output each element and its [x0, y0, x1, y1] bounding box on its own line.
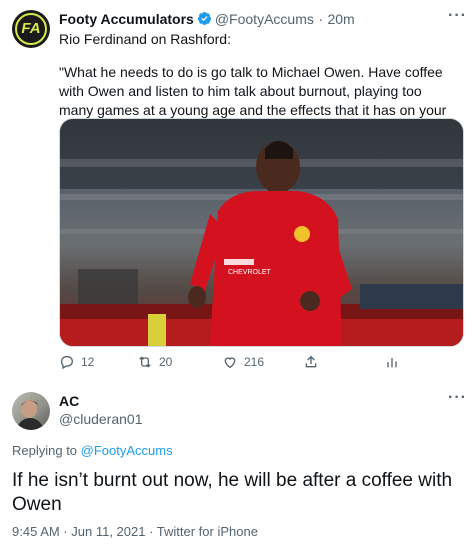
retweet-button[interactable]: 20	[137, 354, 172, 370]
header-separator: ·	[318, 11, 323, 27]
replying-to: Replying to @FootyAccums	[12, 443, 173, 458]
tweet-time[interactable]: 20m	[327, 11, 354, 27]
analytics-button[interactable]	[384, 354, 400, 370]
more-icon[interactable]: ···	[448, 7, 467, 25]
author-name[interactable]: Footy Accumulators	[59, 11, 194, 27]
reply-more-icon[interactable]: ···	[448, 389, 467, 407]
analytics-icon	[387, 358, 397, 368]
author-avatar[interactable]: FA	[12, 10, 50, 48]
reply-author-name[interactable]: AC	[59, 393, 143, 409]
like-button[interactable]: 216	[222, 354, 264, 370]
retweet-count: 20	[159, 355, 173, 369]
verified-badge-icon	[197, 11, 211, 26]
replying-prefix: Replying to	[12, 443, 78, 458]
like-icon	[224, 357, 236, 369]
reply-button[interactable]: 12	[59, 354, 94, 370]
reply-icon	[60, 356, 73, 370]
share-icon	[305, 355, 317, 368]
reply-header: AC @cluderan01	[59, 393, 143, 427]
tweet-intro: Rio Ferdinand on Rashford:	[59, 31, 231, 47]
reply-meta[interactable]: 9:45 AM · Jun 11, 2021 · Twitter for iPh…	[12, 524, 258, 539]
author-handle[interactable]: @FootyAccums	[215, 11, 314, 27]
reply-text: If he isn’t burnt out now, he will be af…	[12, 470, 453, 515]
photo-illustration: CHEVROLET	[60, 119, 463, 346]
like-count: 216	[244, 355, 265, 369]
tweet-photo[interactable]: CHEVROLET	[59, 118, 464, 347]
shirt-sponsor: CHEVROLET	[228, 269, 272, 276]
avatar-logo-text: FA	[21, 20, 41, 37]
reply-count: 12	[81, 355, 95, 369]
avatar-photo	[16, 400, 44, 430]
reply-author-avatar[interactable]	[12, 392, 50, 430]
retweet-icon	[139, 356, 151, 368]
share-button[interactable]	[303, 354, 319, 370]
tweet-header: Footy Accumulators @FootyAccums · 20m	[59, 11, 355, 29]
replying-handle-link[interactable]: @FootyAccums	[81, 443, 173, 458]
reply-author-handle[interactable]: @cluderan01	[59, 411, 143, 427]
